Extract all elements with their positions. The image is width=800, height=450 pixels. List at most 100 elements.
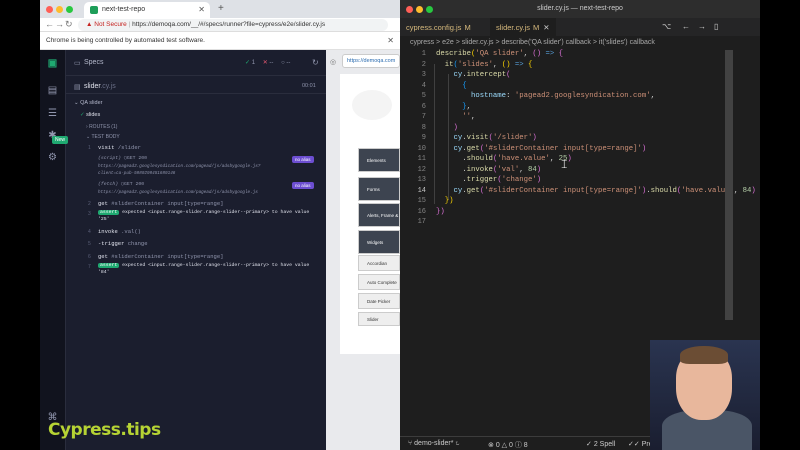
vscode-title-bar: slider.cy.js — next-test-repo — [400, 0, 760, 18]
close-info-bar-icon[interactable]: ✕ — [387, 36, 394, 45]
command-fetch-request[interactable]: (fetch) ◯GET 200 — [98, 182, 144, 187]
selector-playground-icon[interactable]: ◎ — [330, 58, 336, 66]
window-title: slider.cy.js — next-test-repo — [537, 5, 623, 12]
no-alias-badge: no alias — [292, 182, 314, 189]
specs-label[interactable]: Specs — [84, 59, 103, 66]
right-margin — [760, 0, 800, 450]
code-line-2: it('slides', () => { — [444, 60, 533, 69]
specs-toggle-icon[interactable]: ▭ — [74, 59, 81, 67]
command-script-request[interactable]: (script) ◯GET 200 — [98, 156, 147, 161]
preview-url-bar[interactable]: https://demoqa.com — [342, 54, 400, 68]
forward-icon[interactable]: → — [55, 19, 64, 29]
cypress-logo-icon[interactable]: ▣ — [47, 58, 58, 69]
assert-value: '25' — [98, 217, 110, 222]
new-tab-icon[interactable]: + — [218, 3, 224, 14]
menu-accordian[interactable]: Accordian — [358, 255, 400, 271]
settings-gear-icon[interactable]: ⚙ — [47, 152, 58, 163]
menu-alerts[interactable]: Alerts, Frame & Windows — [358, 203, 400, 227]
suite-title[interactable]: ⌄ QA slider — [74, 100, 102, 106]
spec-file-name: slider.cy.js — [84, 83, 116, 90]
preview-header-image — [352, 90, 392, 120]
command-number: 7 — [88, 264, 91, 270]
reload-icon[interactable]: ↻ — [65, 19, 73, 30]
chrome-tab-bar: next-test-repo ✕ + — [40, 0, 400, 18]
line-number: 17 — [417, 218, 426, 226]
maximize-window-button[interactable] — [426, 6, 433, 13]
command-number: 6 — [88, 254, 91, 260]
line-number: 8 — [421, 123, 426, 132]
code-line-8: ) — [453, 123, 458, 132]
code-line-13: .trigger('change') — [436, 176, 542, 184]
close-window-button[interactable] — [406, 6, 413, 13]
text-cursor-icon: 𝙸 — [560, 157, 569, 171]
test-title[interactable]: ✓ slides — [80, 112, 100, 118]
new-badge: New — [52, 136, 69, 144]
test-body-section[interactable]: ⌄ TEST BODY — [86, 134, 120, 140]
rerun-icon[interactable]: ↻ — [312, 58, 319, 67]
go-back-icon[interactable]: ← — [682, 22, 690, 31]
line-number: 4 — [421, 81, 426, 90]
line-number: 10 — [417, 144, 426, 153]
tab-slider-spec[interactable]: slider.cy.js M ✕ — [490, 18, 556, 36]
code-line-15: }) — [444, 197, 454, 205]
test-stats: ✓ 1 ✕ -- ○ -- — [245, 59, 290, 66]
pending-icon: ○ — [281, 60, 285, 66]
command-number: 5 — [88, 241, 91, 247]
back-icon[interactable]: ← — [45, 19, 54, 29]
tab-title: next-test-repo — [102, 6, 146, 13]
address-bar[interactable]: ▲ Not Secure | https://demoqa.com/__/#/s… — [78, 19, 388, 31]
command-number: 1 — [88, 145, 91, 151]
specs-list-icon[interactable]: ☰ — [47, 108, 58, 119]
not-secure-label: Not Secure — [94, 21, 127, 28]
close-window-button[interactable] — [46, 6, 53, 13]
line-number: 14 — [417, 186, 426, 195]
line-number: 13 — [417, 176, 426, 184]
problems-status[interactable]: ⊗ 0 △ 0 ⓘ 8 — [488, 440, 528, 450]
command-visit[interactable]: visit /slider — [98, 144, 141, 151]
screen: next-test-repo ✕ + ← → ↻ ▲ Not Secure | … — [0, 0, 800, 450]
line-number: 9 — [421, 134, 426, 142]
runs-icon[interactable]: ▤ — [47, 85, 58, 96]
command-get[interactable]: get #sliderContainer input[type=range] — [98, 200, 223, 207]
browser-tab[interactable]: next-test-repo ✕ — [84, 2, 210, 18]
close-tab-icon[interactable]: ✕ — [198, 5, 205, 14]
code-line-9: cy.visit('/slider') — [453, 134, 537, 142]
command-trigger[interactable]: -trigger change — [98, 240, 148, 247]
cypress-runner: ▣ ▤ ☰ ✱ New ⚙ ⌘ ▭ Specs ✓ 1 ✕ -- ○ -- ↻ … — [40, 50, 400, 450]
fetch-request-url: https://pagead2.googlesyndication.com/pa… — [98, 190, 258, 195]
go-forward-icon[interactable]: → — [698, 22, 706, 31]
info-bar-text: Chrome is being controlled by automated … — [46, 37, 205, 44]
tab-cypress-config[interactable]: cypress.config.js M — [400, 18, 477, 36]
menu-elements[interactable]: Elements — [358, 148, 400, 172]
menu-auto-complete[interactable]: Auto Complete — [358, 274, 400, 290]
breadcrumb[interactable]: cypress > e2e > slider.cy.js > describe(… — [400, 36, 760, 50]
menu-widgets[interactable]: Widgets — [358, 230, 400, 254]
pending-count: -- — [286, 60, 291, 66]
split-editor-icon[interactable]: ▯ — [714, 22, 718, 31]
line-number: 5 — [421, 92, 426, 100]
command-get[interactable]: get #sliderContainer input[type=range] — [98, 253, 223, 260]
minimize-window-button[interactable] — [56, 6, 63, 13]
code-line-6: }, — [462, 102, 472, 111]
automation-info-bar: Chrome is being controlled by automated … — [40, 32, 400, 50]
code-line-11: .should('have.value', 25) — [436, 155, 572, 163]
minimize-window-button[interactable] — [416, 6, 423, 13]
command-assert[interactable]: assert expected <input.range-slider.rang… — [98, 263, 309, 268]
line-number: 2 — [421, 60, 426, 69]
menu-date-picker[interactable]: Date Picker — [358, 293, 400, 309]
command-assert[interactable]: assert expected <input.range-slider.rang… — [98, 210, 309, 215]
chrome-window: next-test-repo ✕ + ← → ↻ ▲ Not Secure | … — [40, 0, 400, 450]
maximize-window-button[interactable] — [66, 6, 73, 13]
line-number: 16 — [417, 207, 426, 216]
code-line-12: .invoke('val', 84) — [436, 165, 542, 174]
compare-icon[interactable]: ⌥ — [662, 22, 671, 31]
editor-scrollbar[interactable] — [725, 50, 733, 320]
url-text: https://demoqa.com/__/#/specs/runner?fil… — [132, 21, 326, 28]
spell-status[interactable]: ✓ 2 Spell — [586, 440, 615, 448]
command-invoke[interactable]: invoke .val() — [98, 228, 141, 235]
branch-status[interactable]: ⑂ demo-slider* ↻ — [408, 440, 460, 447]
editor-tabs: cypress.config.js M slider.cy.js M ✕ ⌥ ← → … — [400, 18, 760, 36]
menu-slider[interactable]: Slider — [358, 312, 400, 326]
menu-forms[interactable]: Forms — [358, 177, 400, 201]
routes-section[interactable]: › ROUTES (1) — [86, 124, 117, 130]
